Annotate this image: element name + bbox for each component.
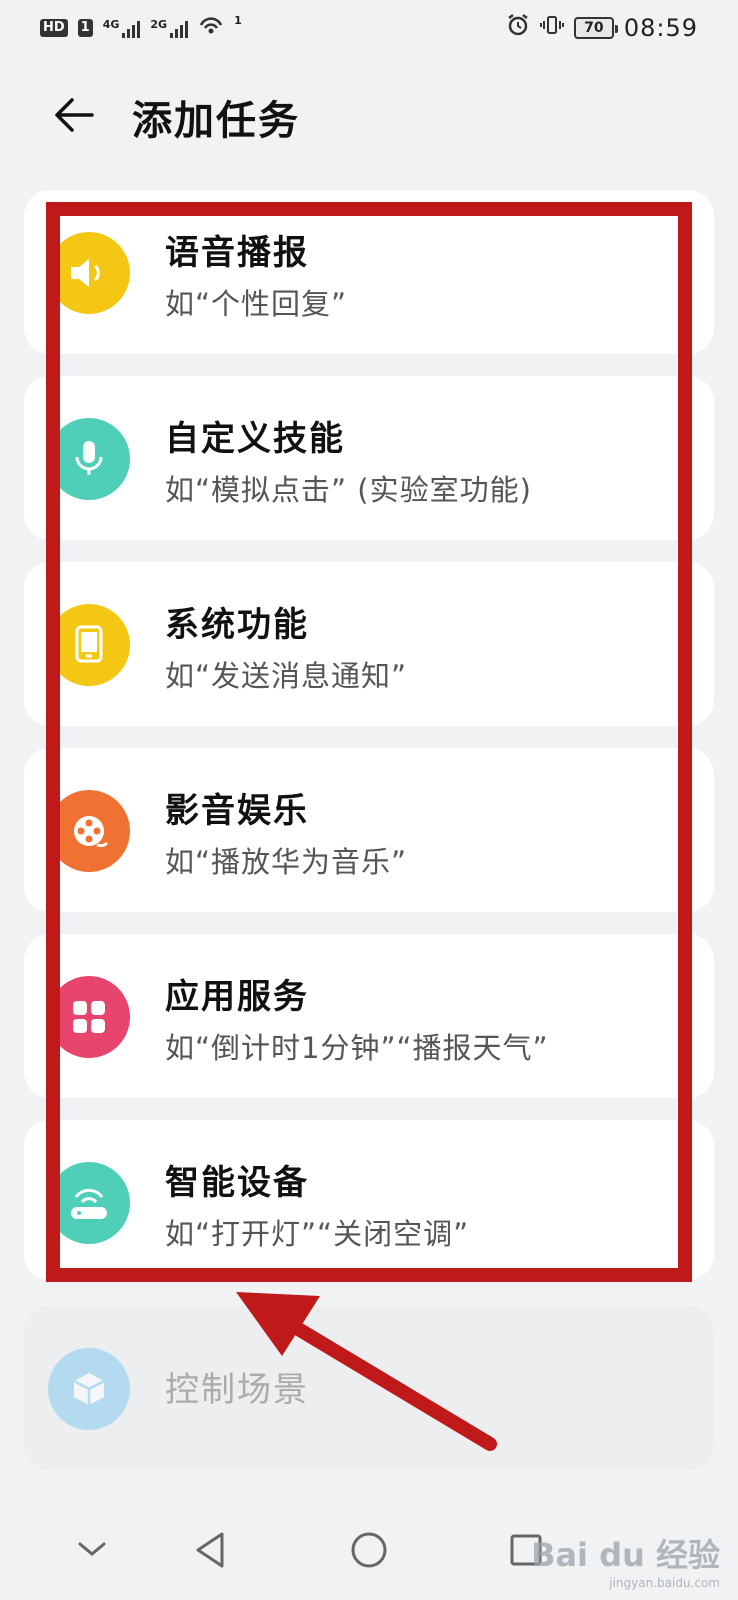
battery-icon: 70 xyxy=(573,17,618,39)
tablet-icon xyxy=(48,604,130,686)
back-nav-button[interactable] xyxy=(180,1520,240,1580)
microphone-icon xyxy=(48,418,130,500)
status-right: 70 08:59 xyxy=(506,13,698,43)
circle-home-icon xyxy=(351,1532,387,1568)
alarm-icon xyxy=(506,13,530,43)
speaker-icon xyxy=(48,232,130,314)
status-left: HD 1 4G 2G 1 xyxy=(40,14,243,42)
wifi-icon xyxy=(198,14,224,42)
page-title: 添加任务 xyxy=(132,98,300,144)
hd-badge: HD xyxy=(40,19,68,37)
task-subtitle: 如“播放华为音乐” xyxy=(165,845,408,879)
task-title: 影音娱乐 xyxy=(165,791,309,831)
back-arrow-icon xyxy=(55,98,94,132)
signal-icon-2: 2G xyxy=(150,18,189,38)
task-item-smart-device[interactable]: 智能设备 如“打开灯”“关闭空调” xyxy=(24,1120,714,1280)
status-bar: HD 1 4G 2G 1 70 08:59 xyxy=(0,0,738,56)
sim-badge: 1 xyxy=(77,19,93,37)
watermark: Bai du 经验 jingyan.baidu.com xyxy=(531,1530,720,1590)
task-title: 系统功能 xyxy=(165,605,309,645)
task-subtitle: 如“倒计时1分钟”“播报天气” xyxy=(165,1031,549,1065)
network-type-2: 2G xyxy=(150,18,168,31)
apps-grid-icon xyxy=(48,976,130,1058)
signal-icon-1: 4G xyxy=(103,18,141,38)
task-item-custom-skill[interactable]: 自定义技能 如“模拟点击” (实验室功能) xyxy=(24,376,714,540)
film-reel-icon xyxy=(48,790,130,872)
watermark-sub: jingyan.baidu.com xyxy=(609,1576,720,1590)
network-type-1: 4G xyxy=(102,18,120,31)
task-item-app-services[interactable]: 应用服务 如“倒计时1分钟”“播报天气” xyxy=(24,934,714,1098)
cube-icon xyxy=(48,1348,130,1430)
task-title: 应用服务 xyxy=(165,977,309,1017)
chevron-down-icon xyxy=(78,1542,106,1556)
task-title: 智能设备 xyxy=(165,1163,309,1203)
vibrate-icon xyxy=(539,13,564,43)
task-item-voice-broadcast[interactable]: 语音播报 如“个性回复” xyxy=(24,190,714,354)
task-subtitle: 如“发送消息通知” xyxy=(165,659,408,693)
wifi-index: 1 xyxy=(234,14,242,27)
task-subtitle: 如“打开灯”“关闭空调” xyxy=(165,1217,470,1251)
task-title: 自定义技能 xyxy=(165,419,345,459)
back-button[interactable] xyxy=(46,90,102,140)
task-title: 控制场景 xyxy=(165,1370,309,1410)
task-subtitle: 如“个性回复” xyxy=(165,287,348,321)
task-item-media-entertainment[interactable]: 影音娱乐 如“播放华为音乐” xyxy=(24,748,714,912)
task-item-control-scene[interactable]: 控制场景 xyxy=(24,1306,714,1470)
app-screen: HD 1 4G 2G 1 70 08:59 添加任务 语音播报 如“个性回复” … xyxy=(0,0,738,1600)
task-item-system-function[interactable]: 系统功能 如“发送消息通知” xyxy=(24,562,714,726)
home-nav-button[interactable] xyxy=(339,1520,399,1580)
smart-device-icon xyxy=(48,1162,130,1244)
clock: 08:59 xyxy=(623,14,698,42)
hide-nav-button[interactable] xyxy=(62,1520,122,1580)
task-subtitle: 如“模拟点击” (实验室功能) xyxy=(165,473,532,507)
watermark-text: Bai du 经验 xyxy=(531,1536,720,1574)
app-header: 添加任务 xyxy=(0,70,738,160)
task-title: 语音播报 xyxy=(165,233,309,273)
triangle-back-icon xyxy=(196,1532,224,1568)
